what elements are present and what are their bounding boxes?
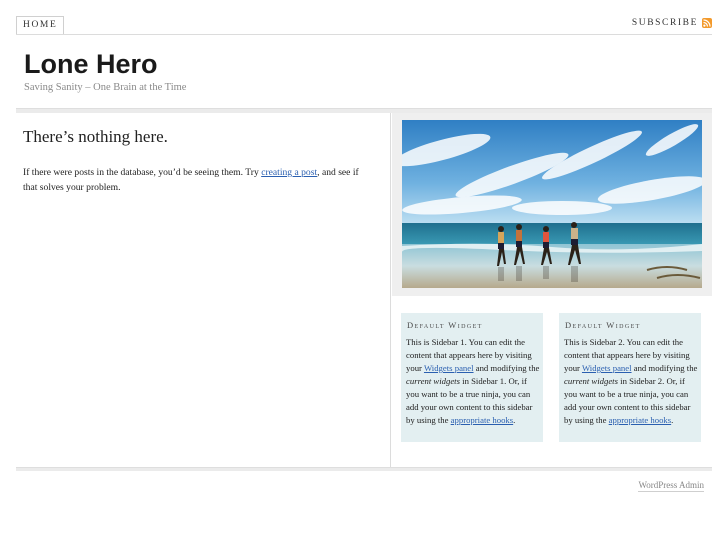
rss-feed-icon	[702, 18, 712, 28]
sidebars-area: Default Widget This is Sidebar 1. You ca…	[392, 297, 712, 467]
sidebar-1-widget: Default Widget This is Sidebar 1. You ca…	[401, 313, 543, 442]
footer-divider	[16, 467, 712, 471]
sidebar-1-text-part-4: .	[513, 415, 516, 425]
sidebar-1-text: This is Sidebar 1. You can edit the cont…	[406, 336, 540, 427]
sidebar-2-title: Default Widget	[565, 320, 641, 330]
sidebar-1-text-part-2: and modifying the	[473, 363, 540, 373]
top-navigation: HOME SUBSCRIBE	[16, 0, 712, 35]
sidebar-2-text-part-2: and modifying the	[631, 363, 698, 373]
site-header: Lone Hero Saving Sanity – One Brain at t…	[16, 35, 712, 109]
wordpress-admin-link[interactable]: WordPress Admin	[638, 480, 704, 492]
empty-message: If there were posts in the database, you…	[23, 165, 375, 195]
header-image-frame	[392, 113, 712, 296]
beach-runners-image	[402, 120, 702, 288]
subscribe-label: SUBSCRIBE	[631, 18, 698, 28]
sidebar-2-text: This is Sidebar 2. You can edit the cont…	[564, 336, 698, 427]
sidebar-2-hooks-link[interactable]: appropriate hooks	[609, 415, 671, 425]
sidebar-2-text-part-4: .	[671, 415, 674, 425]
sidebar-2-emphasis: current widgets	[564, 376, 618, 386]
page: HOME SUBSCRIBE Lone Hero Saving Sanity –…	[16, 0, 712, 492]
sidebar-2-widget: Default Widget This is Sidebar 2. You ca…	[559, 313, 701, 442]
page-heading: There’s nothing here.	[23, 127, 168, 146]
sidebar-2-widgets-panel-link[interactable]: Widgets panel	[582, 363, 632, 373]
subscribe-link[interactable]: SUBSCRIBE	[632, 18, 712, 28]
sidebar-1-hooks-link[interactable]: appropriate hooks	[451, 415, 513, 425]
site-tagline: Saving Sanity – One Brain at the Time	[24, 82, 187, 93]
sidebar-1-title: Default Widget	[407, 320, 483, 330]
main-content: There’s nothing here. If there were post…	[16, 113, 391, 467]
site-title[interactable]: Lone Hero	[24, 49, 158, 80]
sidebar-1-widgets-panel-link[interactable]: Widgets panel	[424, 363, 474, 373]
empty-message-text-1: If there were posts in the database, you…	[23, 167, 262, 178]
nav-home-tab[interactable]: HOME	[16, 16, 65, 34]
create-post-link[interactable]: creating a post	[261, 167, 317, 178]
sidebar-1-emphasis: current widgets	[406, 376, 460, 386]
